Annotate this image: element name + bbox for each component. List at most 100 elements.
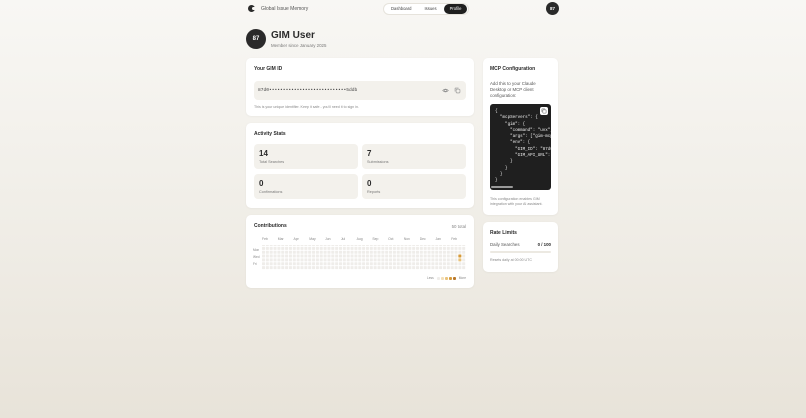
contribution-cell[interactable]	[423, 266, 427, 270]
contribution-cell[interactable]	[300, 245, 304, 246]
contribution-cell[interactable]	[354, 266, 358, 270]
contribution-cell[interactable]	[323, 258, 327, 262]
contribution-cell[interactable]	[331, 266, 335, 270]
contribution-cell[interactable]	[458, 262, 462, 266]
contribution-cell[interactable]	[323, 266, 327, 270]
contribution-cell[interactable]	[373, 266, 377, 270]
contribution-cell[interactable]	[427, 262, 431, 266]
contribution-cell[interactable]	[408, 245, 412, 246]
contribution-cell[interactable]	[442, 258, 446, 262]
contribution-cell[interactable]	[354, 262, 358, 266]
contribution-cell[interactable]	[419, 262, 423, 266]
contribution-cell[interactable]	[458, 246, 462, 250]
contribution-cell[interactable]	[396, 254, 400, 258]
contribution-cell[interactable]	[273, 254, 277, 258]
contribution-cell[interactable]	[431, 258, 435, 262]
contribution-cell[interactable]	[304, 266, 308, 270]
contribution-cell[interactable]	[335, 262, 339, 266]
contribution-cell[interactable]	[365, 245, 369, 246]
contribution-cell[interactable]	[292, 246, 296, 250]
contribution-cell[interactable]	[439, 266, 443, 270]
contribution-cell[interactable]	[462, 245, 466, 246]
contribution-cell[interactable]	[339, 246, 342, 250]
contribution-cell[interactable]	[377, 250, 381, 254]
contribution-cell[interactable]	[419, 246, 423, 250]
copy-icon[interactable]	[454, 87, 461, 94]
contribution-cell[interactable]	[458, 266, 462, 270]
contribution-cell[interactable]	[342, 250, 346, 254]
contribution-cell[interactable]	[273, 266, 277, 270]
contribution-cell[interactable]	[381, 250, 385, 254]
contribution-cell[interactable]	[354, 246, 358, 250]
contribution-cell[interactable]	[400, 258, 404, 262]
contribution-cell[interactable]	[288, 250, 292, 254]
contribution-cell[interactable]	[312, 266, 316, 270]
contribution-cell[interactable]	[285, 266, 289, 270]
contribution-cell[interactable]	[265, 250, 269, 254]
contribution-cell[interactable]	[408, 250, 412, 254]
contribution-cell[interactable]	[288, 245, 292, 246]
tab-profile[interactable]: Profile	[443, 4, 468, 14]
contribution-cell[interactable]	[408, 266, 412, 270]
contribution-cell[interactable]	[431, 254, 435, 258]
contribution-cell[interactable]	[265, 254, 269, 258]
contribution-cell[interactable]	[416, 250, 419, 254]
contribution-cell[interactable]	[312, 262, 316, 266]
contribution-cell[interactable]	[404, 258, 408, 262]
contribution-cell[interactable]	[362, 245, 366, 246]
contribution-cell[interactable]	[265, 258, 269, 262]
contribution-cell[interactable]	[342, 262, 346, 266]
contribution-cell[interactable]	[300, 250, 304, 254]
contribution-cell[interactable]	[454, 254, 458, 258]
contribution-cell[interactable]	[362, 258, 366, 262]
contribution-cell[interactable]	[412, 246, 416, 250]
contribution-cell[interactable]	[392, 262, 396, 266]
contribution-cell[interactable]	[423, 246, 427, 250]
contribution-cell[interactable]	[273, 262, 277, 266]
contribution-cell[interactable]	[439, 258, 443, 262]
contribution-cell[interactable]	[262, 262, 265, 266]
contribution-cell[interactable]	[269, 254, 273, 258]
contribution-cell[interactable]	[296, 266, 300, 270]
contribution-cell[interactable]	[462, 254, 466, 258]
contribution-cell[interactable]	[373, 258, 377, 262]
contribution-cell[interactable]	[300, 266, 304, 270]
contribution-cell[interactable]	[392, 258, 396, 262]
contribution-cell[interactable]	[385, 258, 389, 262]
contribution-cell[interactable]	[412, 245, 416, 246]
contribution-cell[interactable]	[396, 246, 400, 250]
contribution-cell[interactable]	[435, 262, 439, 266]
contribution-cell[interactable]	[339, 266, 342, 270]
contribution-cell[interactable]	[389, 246, 393, 250]
contribution-cell[interactable]	[308, 246, 312, 250]
contribution-cell[interactable]	[385, 246, 389, 250]
contribution-cell[interactable]	[462, 262, 466, 266]
contribution-cell[interactable]	[277, 245, 281, 246]
contribution-cell[interactable]	[431, 246, 435, 250]
contribution-cell[interactable]	[312, 245, 316, 246]
contribution-cell[interactable]	[308, 258, 312, 262]
contribution-cell[interactable]	[304, 245, 308, 246]
contribution-cell[interactable]	[281, 246, 285, 250]
contribution-cell[interactable]	[273, 245, 277, 246]
contribution-cell[interactable]	[319, 246, 323, 250]
contribution-cell[interactable]	[389, 245, 393, 246]
contribution-cell[interactable]	[369, 258, 373, 262]
contribution-cell[interactable]	[285, 250, 289, 254]
contribution-cell[interactable]	[416, 266, 419, 270]
contribution-cell[interactable]	[315, 245, 319, 246]
contribution-cell[interactable]	[285, 254, 289, 258]
contribution-cell[interactable]	[346, 266, 350, 270]
contribution-cell[interactable]	[381, 258, 385, 262]
contribution-cell[interactable]	[462, 258, 466, 262]
contribution-cell[interactable]	[281, 254, 285, 258]
contribution-cell[interactable]	[277, 254, 281, 258]
contribution-cell[interactable]	[265, 246, 269, 250]
contribution-cell[interactable]	[454, 258, 458, 262]
contribution-cell[interactable]	[339, 250, 342, 254]
contribution-cell[interactable]	[392, 254, 396, 258]
contribution-cell[interactable]	[296, 254, 300, 258]
contribution-cell[interactable]	[358, 262, 362, 266]
contribution-cell[interactable]	[392, 250, 396, 254]
contribution-cell[interactable]	[400, 246, 404, 250]
